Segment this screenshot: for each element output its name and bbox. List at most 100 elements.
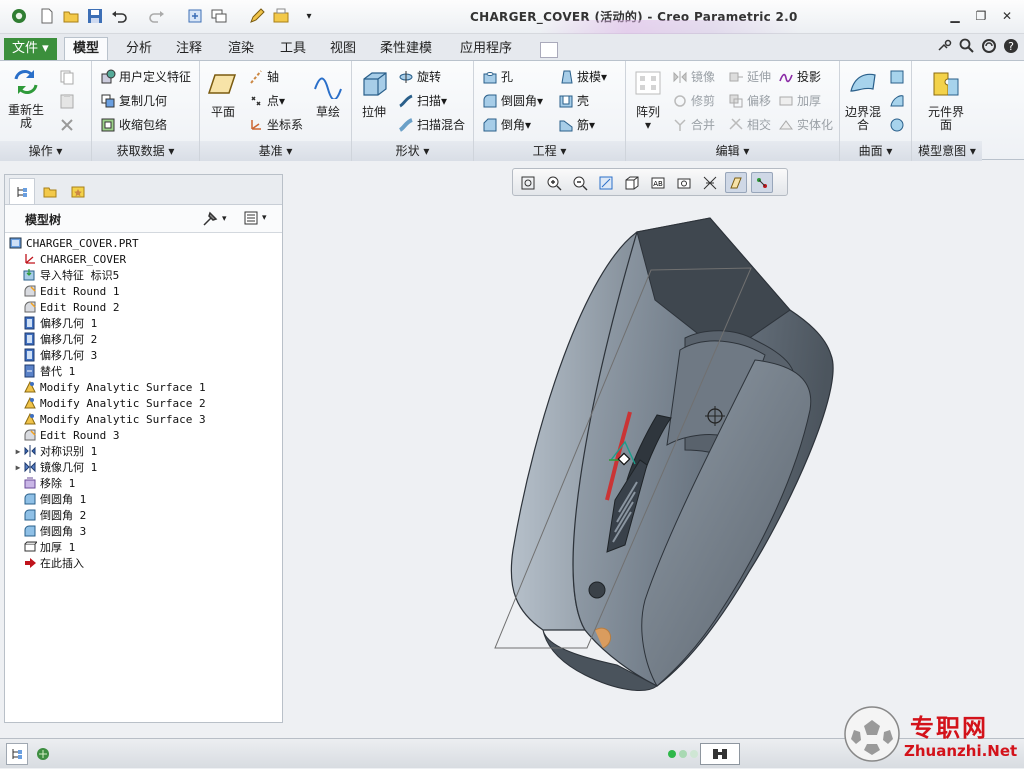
community-icon[interactable] xyxy=(978,36,1000,56)
group-label-editing[interactable]: 编辑 ▾ xyxy=(626,141,839,161)
mirror-button[interactable]: 镜像 xyxy=(672,68,715,85)
edit-icon[interactable] xyxy=(246,6,268,26)
swept-blend-button[interactable]: 扫描混合 xyxy=(398,116,465,133)
tree-item[interactable]: Edit Round 3 xyxy=(13,427,119,443)
shrinkwrap-button[interactable]: 收缩包络 xyxy=(100,116,167,133)
extend-button[interactable]: 延伸 xyxy=(728,68,771,85)
tree-item[interactable]: Edit Round 2 xyxy=(13,299,119,315)
save-icon[interactable] xyxy=(84,6,106,26)
restore-button[interactable]: ❐ xyxy=(972,8,990,24)
component-interface-button[interactable]: 元件界面 xyxy=(926,69,966,132)
group-label-datum[interactable]: 基准 ▾ xyxy=(200,141,351,161)
tree-item[interactable]: CHARGER_COVER xyxy=(13,251,126,267)
open-file-icon[interactable] xyxy=(60,6,82,26)
group-label-surfaces[interactable]: 曲面 ▾ xyxy=(840,141,911,161)
tree-show-button[interactable]: ▾ xyxy=(243,210,267,226)
tree-item[interactable]: 倒圆角 1 xyxy=(13,491,86,507)
new-file-icon[interactable] xyxy=(36,6,58,26)
solidify-button[interactable]: 实体化 xyxy=(778,116,833,133)
intersect-button[interactable]: 相交 xyxy=(728,116,771,133)
group-label-shapes[interactable]: 形状 ▾ xyxy=(352,141,473,161)
expand-arrow-icon[interactable]: ▶ xyxy=(13,463,23,472)
copy-icon[interactable] xyxy=(56,67,78,87)
tree-item[interactable]: 倒圆角 2 xyxy=(13,507,86,523)
thicken-button[interactable]: 加厚 xyxy=(778,92,821,109)
draft-button[interactable]: 拔模 ▾ xyxy=(558,68,607,85)
group-label-get-data[interactable]: 获取数据 ▾ xyxy=(92,141,199,161)
help-book-icon[interactable] xyxy=(934,36,956,56)
offset-button[interactable]: 偏移 xyxy=(728,92,771,109)
pattern-button[interactable]: 阵列 ▾ xyxy=(632,69,664,132)
tree-item[interactable]: 偏移几何 1 xyxy=(13,315,97,331)
undo-icon[interactable] xyxy=(108,6,130,26)
tree-item[interactable]: 加厚 1 xyxy=(13,539,75,555)
copy-geometry-button[interactable]: 复制几何 xyxy=(100,92,167,109)
datum-point-button[interactable]: 点 ▾ xyxy=(248,92,285,109)
tab-flexible-modeling[interactable]: 柔性建模 xyxy=(372,38,440,60)
merge-button[interactable]: 合并 xyxy=(672,116,715,133)
tree-item[interactable]: CHARGER_COVER.PRT xyxy=(9,235,139,251)
tree-item[interactable]: 导入特征 标识5 xyxy=(13,267,119,283)
tree-item[interactable]: Modify Analytic Surface 1 xyxy=(13,379,206,395)
navigator-toggle-icon[interactable] xyxy=(6,743,28,765)
revolve-button[interactable]: 旋转 xyxy=(398,68,441,85)
style-surface-icon[interactable] xyxy=(886,91,908,111)
chamfer-button[interactable]: 倒角 ▾ xyxy=(482,116,531,133)
hole-button[interactable]: 孔 xyxy=(482,68,513,85)
group-label-operations[interactable]: 操作 ▾ xyxy=(0,141,91,161)
regenerate-quick-icon[interactable] xyxy=(184,6,206,26)
datum-csys-button[interactable]: 坐标系 xyxy=(248,116,303,133)
close-button[interactable]: ✕ xyxy=(998,8,1016,24)
help-icon[interactable]: ? xyxy=(1000,36,1022,56)
tree-item[interactable]: ▶ 镜像几何 1 xyxy=(13,459,97,475)
tree-item[interactable]: 偏移几何 2 xyxy=(13,331,97,347)
tree-item[interactable]: 偏移几何 3 xyxy=(13,347,97,363)
expand-arrow-icon[interactable]: ▶ xyxy=(13,447,23,456)
extrude-button[interactable]: 拉伸 xyxy=(356,69,392,119)
minimize-button[interactable]: ▁ xyxy=(946,8,964,24)
windows-icon[interactable] xyxy=(208,6,230,26)
tree-item[interactable]: Modify Analytic Surface 2 xyxy=(13,395,206,411)
tab-annotate[interactable]: 注释 xyxy=(168,38,210,60)
fill-surface-icon[interactable] xyxy=(886,67,908,87)
folder-icon[interactable] xyxy=(270,6,292,26)
selection-filter-icon[interactable] xyxy=(700,743,740,765)
tab-render[interactable]: 渲染 xyxy=(220,38,262,60)
charger-cover-model[interactable] xyxy=(494,217,834,691)
tab-view[interactable]: 视图 xyxy=(322,38,364,60)
freestyle-icon[interactable] xyxy=(886,115,908,135)
search-icon[interactable] xyxy=(956,36,978,56)
favorites-tab-icon[interactable] xyxy=(65,178,91,204)
tree-item[interactable]: ▶ 对称识别 1 xyxy=(13,443,97,459)
tab-model[interactable]: 模型 xyxy=(64,37,109,61)
graphics-area[interactable] xyxy=(285,160,1024,738)
tree-settings-button[interactable]: ▾ xyxy=(201,210,227,228)
app-logo-icon[interactable] xyxy=(8,6,30,26)
model-tree-tab-icon[interactable] xyxy=(9,178,35,204)
tree-item[interactable]: 替代 1 xyxy=(13,363,75,379)
shell-button[interactable]: 壳 xyxy=(558,92,589,109)
customize-toolbar-icon[interactable]: ▾ xyxy=(298,6,320,26)
datum-axis-button[interactable]: 轴 xyxy=(248,68,279,85)
round-button[interactable]: 倒圆角 ▾ xyxy=(482,92,543,109)
regenerate-button[interactable]: 重新生成 xyxy=(6,67,46,130)
tree-item[interactable]: 移除 1 xyxy=(13,475,75,491)
trim-button[interactable]: 修剪 xyxy=(672,92,715,109)
delete-icon[interactable] xyxy=(56,115,78,135)
project-button[interactable]: 投影 xyxy=(778,68,821,85)
tab-tools[interactable]: 工具 xyxy=(272,38,314,60)
rib-button[interactable]: 筋 ▾ xyxy=(558,116,595,133)
tab-overflow-icon[interactable] xyxy=(540,42,558,58)
udf-button[interactable]: 用户定义特征 xyxy=(100,68,191,85)
paste-icon[interactable] xyxy=(56,91,78,111)
tree-item[interactable]: 倒圆角 3 xyxy=(13,523,86,539)
group-label-model-intent[interactable]: 模型意图 ▾ xyxy=(912,141,982,161)
boundary-blend-button[interactable]: 边界混合 xyxy=(844,69,882,132)
browser-toggle-icon[interactable] xyxy=(32,743,54,765)
group-label-engineering[interactable]: 工程 ▾ xyxy=(474,141,625,161)
sweep-button[interactable]: 扫描 ▾ xyxy=(398,92,447,109)
folder-browser-tab-icon[interactable] xyxy=(37,178,63,204)
tree-item[interactable]: Modify Analytic Surface 3 xyxy=(13,411,206,427)
sketch-button[interactable]: 草绘 xyxy=(310,69,346,119)
tab-applications[interactable]: 应用程序 xyxy=(452,38,520,60)
